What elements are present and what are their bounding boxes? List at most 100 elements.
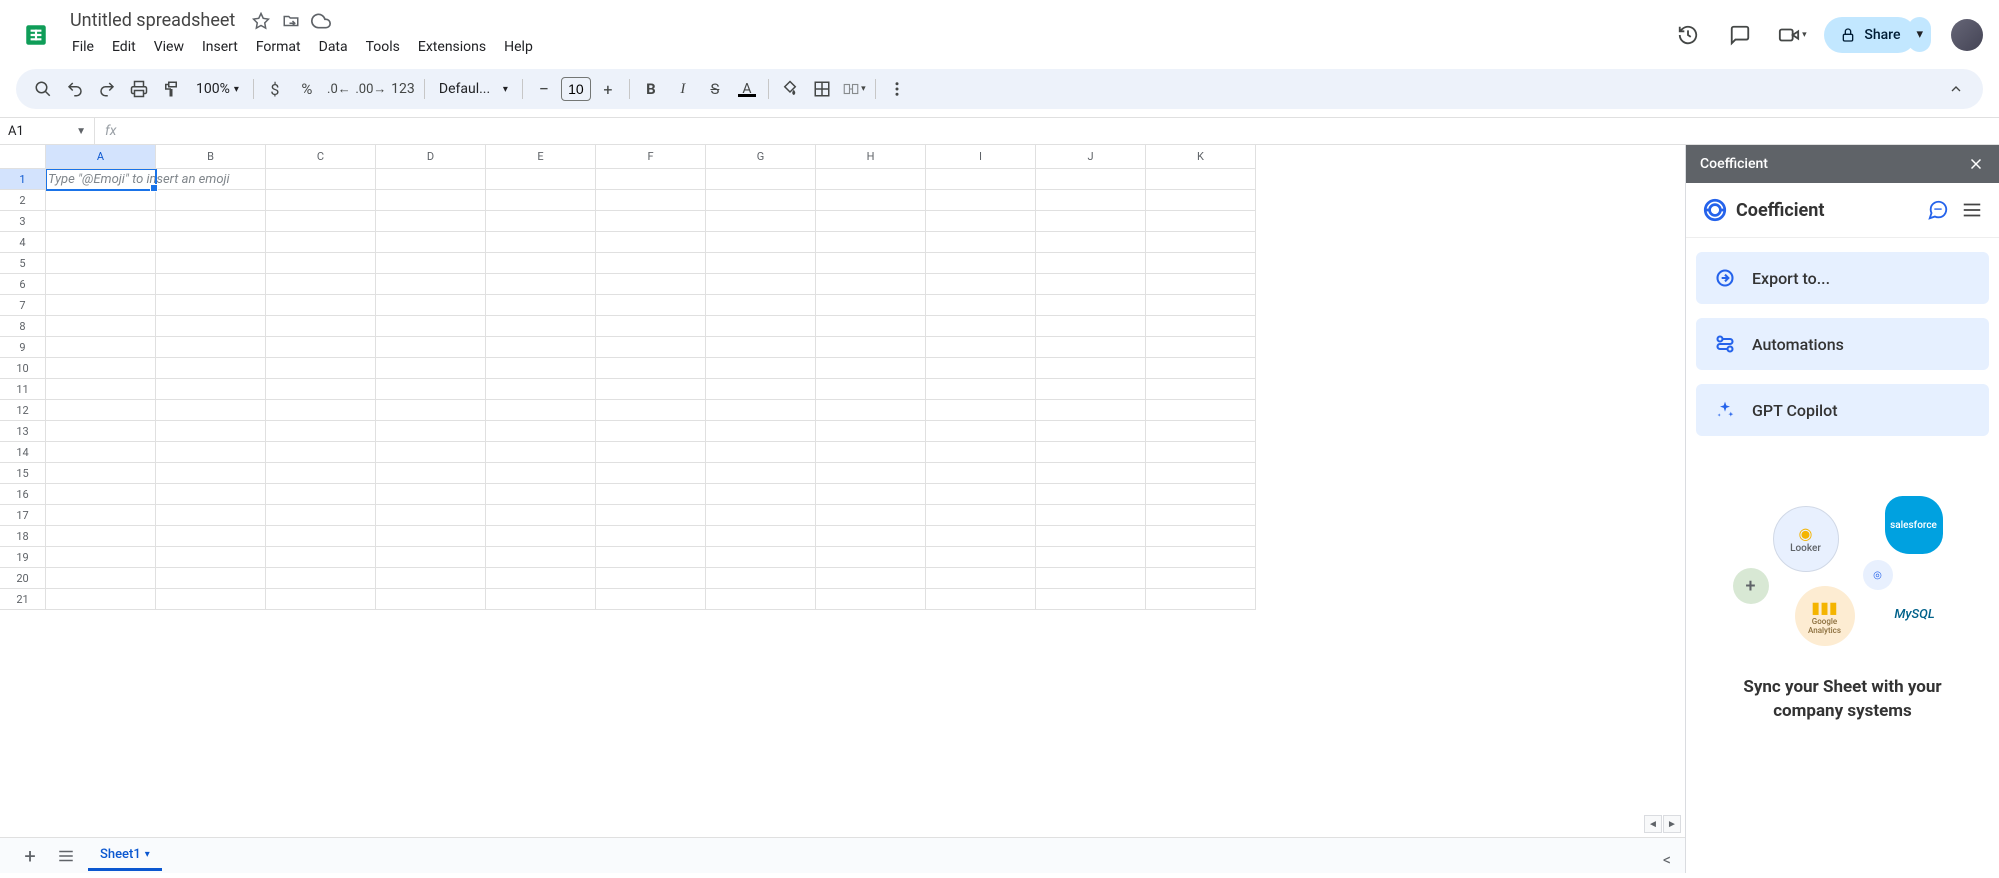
cell[interactable] [376,190,486,211]
cell[interactable]: Type "@Emoji" to insert an emoji [46,169,156,190]
cell[interactable] [1036,547,1146,568]
doc-title[interactable]: Untitled spreadsheet [64,8,241,33]
cell[interactable] [706,484,816,505]
cell[interactable] [486,547,596,568]
chat-icon[interactable] [1927,199,1949,221]
col-header[interactable]: A [46,145,156,169]
col-header[interactable]: G [706,145,816,169]
cell[interactable] [816,484,926,505]
cell[interactable] [46,211,156,232]
formula-input[interactable] [126,118,1999,144]
cell[interactable] [706,253,816,274]
row-header[interactable]: 21 [0,589,46,610]
add-sheet-icon[interactable]: + [16,842,44,870]
cell[interactable] [266,253,376,274]
cell[interactable] [1036,169,1146,190]
cell[interactable] [1146,169,1256,190]
cell[interactable] [156,400,266,421]
cell[interactable] [706,547,816,568]
comments-icon[interactable] [1720,15,1760,55]
menu-tools[interactable]: Tools [358,35,408,59]
select-all-corner[interactable] [0,145,46,169]
cell[interactable] [816,169,926,190]
cell[interactable] [156,211,266,232]
cell[interactable] [596,337,706,358]
cell[interactable] [816,442,926,463]
cell[interactable] [266,568,376,589]
cell[interactable] [596,379,706,400]
row-header[interactable]: 5 [0,253,46,274]
cell[interactable] [706,463,816,484]
cell[interactable] [816,211,926,232]
percent-icon[interactable]: % [292,74,322,104]
cell[interactable] [1036,295,1146,316]
col-header[interactable]: J [1036,145,1146,169]
cell[interactable] [266,484,376,505]
cell[interactable] [486,169,596,190]
sidebar-item-automations[interactable]: Automations [1696,318,1989,370]
cell[interactable] [486,442,596,463]
col-header[interactable]: C [266,145,376,169]
cell[interactable] [46,421,156,442]
cell[interactable] [266,526,376,547]
cell[interactable] [156,589,266,610]
cell[interactable] [596,295,706,316]
cell[interactable] [156,295,266,316]
row-header[interactable]: 19 [0,547,46,568]
col-header[interactable]: B [156,145,266,169]
cell[interactable] [706,400,816,421]
col-header[interactable]: D [376,145,486,169]
row-header[interactable]: 9 [0,337,46,358]
cell[interactable] [46,589,156,610]
hamburger-icon[interactable] [1961,199,1983,221]
cell[interactable] [46,526,156,547]
text-color-icon[interactable]: A [732,74,762,104]
currency-icon[interactable]: $ [260,74,290,104]
menu-view[interactable]: View [146,35,192,59]
row-header[interactable]: 17 [0,505,46,526]
cell[interactable] [486,316,596,337]
cell[interactable] [926,211,1036,232]
cell[interactable] [816,568,926,589]
cell[interactable] [266,463,376,484]
cell[interactable] [46,358,156,379]
menu-extensions[interactable]: Extensions [410,35,494,59]
cell[interactable] [376,589,486,610]
cell[interactable] [816,358,926,379]
cell[interactable] [266,169,376,190]
cell[interactable] [926,484,1036,505]
cell[interactable] [156,484,266,505]
col-header[interactable]: I [926,145,1036,169]
cell[interactable] [376,358,486,379]
cell[interactable] [706,274,816,295]
cell[interactable] [1036,211,1146,232]
cell[interactable] [706,379,816,400]
cloud-status-icon[interactable] [311,11,331,31]
cell[interactable] [376,253,486,274]
meet-icon[interactable]: ▾ [1772,15,1812,55]
cell[interactable] [926,505,1036,526]
sheets-logo[interactable] [16,15,56,55]
cell[interactable] [486,253,596,274]
cell[interactable] [596,169,706,190]
cell[interactable] [376,169,486,190]
cell[interactable] [156,526,266,547]
cell[interactable] [266,274,376,295]
cell[interactable] [46,400,156,421]
cell[interactable] [596,526,706,547]
cell[interactable] [1036,421,1146,442]
cell[interactable] [816,379,926,400]
cell[interactable] [596,442,706,463]
cell[interactable] [1036,358,1146,379]
cell[interactable] [1146,358,1256,379]
cell[interactable] [156,358,266,379]
cell[interactable] [266,442,376,463]
cell[interactable] [266,337,376,358]
cell[interactable] [46,190,156,211]
share-button[interactable]: Share [1824,17,1916,53]
cell[interactable] [266,232,376,253]
cell[interactable] [376,505,486,526]
fill-color-icon[interactable] [775,74,805,104]
cell[interactable] [1146,421,1256,442]
cell[interactable] [486,211,596,232]
